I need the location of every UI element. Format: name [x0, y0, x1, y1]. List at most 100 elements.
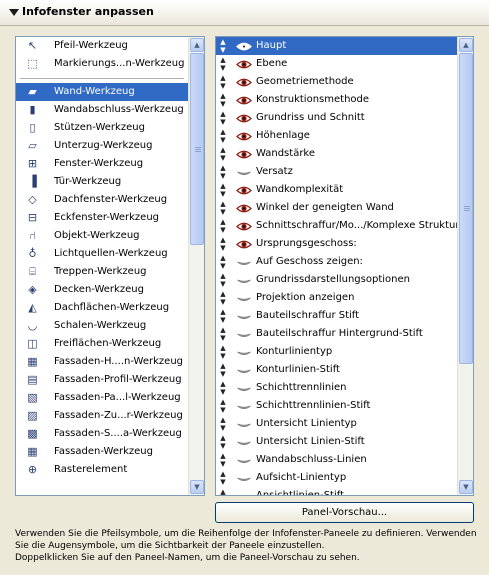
eye-open-icon[interactable]: [236, 204, 252, 213]
reorder-arrows-icon[interactable]: ▲▼: [219, 74, 227, 90]
panel-list-item[interactable]: ▲ ▼ Schichttrennlinien: [216, 379, 457, 397]
panel-list-item[interactable]: ▲ ▼ Höhenlage: [216, 127, 457, 145]
panel-list-item[interactable]: ▲ ▼ Wandkomplexität: [216, 181, 457, 199]
panel-list-item[interactable]: ▲ ▼ Untersicht Linien-Stift: [216, 433, 457, 451]
panel-preview-button[interactable]: Panel-Vorschau...: [215, 502, 474, 523]
panel-list-item[interactable]: ▲ ▼ Konturlinien-Stift: [216, 361, 457, 379]
reorder-arrows-icon[interactable]: ▲▼: [219, 254, 227, 270]
eye-open-icon[interactable]: [236, 150, 252, 159]
tool-list-item[interactable]: ▩ Fassaden-S....a-Werkzeug: [16, 425, 188, 443]
panel-list-item[interactable]: ▲ ▼ Konturlinientyp: [216, 343, 457, 361]
eye-closed-icon[interactable]: [236, 456, 252, 465]
tool-list-item[interactable]: ▰ Wand-Werkzeug: [16, 83, 188, 101]
reorder-arrows-icon[interactable]: ▲▼: [219, 56, 227, 72]
tool-list-item[interactable]: ▦ Fassaden-H....n-Werkzeug: [16, 353, 188, 371]
reorder-arrows-icon[interactable]: ▲▼: [219, 236, 227, 252]
tool-list-item[interactable]: ⌸ Treppen-Werkzeug: [16, 263, 188, 281]
reorder-arrows-icon[interactable]: ▲▼: [219, 398, 227, 414]
tool-list-item[interactable]: ▱ Unterzug-Werkzeug: [16, 137, 188, 155]
eye-closed-icon[interactable]: [236, 438, 252, 447]
tool-list-item[interactable]: ▯ Stützen-Werkzeug: [16, 119, 188, 137]
reorder-arrows-icon[interactable]: ▲▼: [219, 470, 227, 486]
tool-list-item[interactable]: ◭ Dachflächen-Werkzeug: [16, 299, 188, 317]
tool-list-item[interactable]: ⑁ Objekt-Werkzeug: [16, 227, 188, 245]
tool-list-item[interactable]: ⊟ Eckfenster-Werkzeug: [16, 209, 188, 227]
tool-list-item[interactable]: ▮ Wandabschluss-Werkzeug: [16, 101, 188, 119]
panel-list-item[interactable]: ▲ ▼ Versatz: [216, 163, 457, 181]
reorder-arrows-icon[interactable]: ▲▼: [219, 146, 227, 162]
reorder-arrows-icon[interactable]: ▲▼: [219, 308, 227, 324]
tool-list-item[interactable]: ◡ Schalen-Werkzeug: [16, 317, 188, 335]
eye-closed-icon[interactable]: [236, 276, 252, 285]
eye-open-icon[interactable]: [236, 78, 252, 87]
panel-list-item[interactable]: ▲ ▼ Auf Geschoss zeigen:: [216, 253, 457, 271]
panel-list-item[interactable]: ▲ ▼ Grundrissdarstellungsoptionen: [216, 271, 457, 289]
panel-list-item[interactable]: ▲ ▼ Bauteilschraffur Hintergrund-Stift: [216, 325, 457, 343]
scroll-thumb[interactable]: [459, 53, 473, 364]
panel-list-item[interactable]: ▲ ▼ Aufsicht-Linientyp: [216, 469, 457, 487]
eye-closed-icon[interactable]: [236, 420, 252, 429]
reorder-arrows-icon[interactable]: ▲▼: [219, 272, 227, 288]
panel-list-item[interactable]: ▲ ▼ Ebene: [216, 55, 457, 73]
panel-list-item[interactable]: ▲ ▼ Winkel der geneigten Wand: [216, 199, 457, 217]
panel-header[interactable]: Infofenster anpassen: [0, 0, 489, 26]
reorder-arrows-icon[interactable]: ▲▼: [219, 362, 227, 378]
tool-list-item[interactable]: ◫ Freiflächen-Werkzeug: [16, 335, 188, 353]
tool-list-item[interactable]: ◈ Decken-Werkzeug: [16, 281, 188, 299]
eye-closed-icon[interactable]: [236, 492, 252, 496]
reorder-arrows-icon[interactable]: ▲▼: [219, 200, 227, 216]
tool-list-item[interactable]: ⬚ Markierungs...n-Werkzeug: [16, 55, 188, 73]
reorder-arrows-icon[interactable]: ▲▼: [219, 488, 227, 495]
reorder-arrows-icon[interactable]: ▲▼: [219, 128, 227, 144]
reorder-arrows-icon[interactable]: ▲▼: [219, 92, 227, 108]
panel-list-item[interactable]: ▲ ▼ Schnittschraffur/Mo.../Komplexe Strukt…: [216, 217, 457, 235]
eye-closed-icon[interactable]: [236, 474, 252, 483]
panel-list-item[interactable]: ▲ ▼ Grundriss und Schnitt: [216, 109, 457, 127]
eye-closed-icon[interactable]: [236, 330, 252, 339]
reorder-arrows-icon[interactable]: ▲▼: [219, 164, 227, 180]
eye-closed-icon[interactable]: [236, 168, 252, 177]
eye-closed-icon[interactable]: [236, 348, 252, 357]
eye-open-icon[interactable]: [236, 186, 252, 195]
reorder-arrows-icon[interactable]: ▲▼: [219, 290, 227, 306]
eye-open-icon[interactable]: [236, 222, 252, 231]
eye-closed-icon[interactable]: [236, 402, 252, 411]
panel-list-item[interactable]: ▲ ▼ Wandstärke: [216, 145, 457, 163]
scroll-thumb[interactable]: [190, 53, 204, 245]
panel-list-item[interactable]: ▲ ▼ Schichttrennlinien-Stift: [216, 397, 457, 415]
reorder-arrows-icon[interactable]: ▲▼: [219, 218, 227, 234]
reorder-arrows-icon[interactable]: ▲▼: [219, 326, 227, 342]
tool-list-item[interactable]: ⊞ Fenster-Werkzeug: [16, 155, 188, 173]
eye-closed-icon[interactable]: [236, 366, 252, 375]
panel-list-item[interactable]: ▲ ▼ Untersicht Linientyp: [216, 415, 457, 433]
tool-list-scrollbar[interactable]: ▲ ▼: [188, 37, 204, 495]
scroll-up-arrow-icon[interactable]: ▲: [190, 38, 204, 52]
eye-open-icon[interactable]: [236, 132, 252, 141]
tool-list-item[interactable]: ▦ Fassaden-Werkzeug: [16, 443, 188, 461]
scroll-up-arrow-icon[interactable]: ▲: [459, 38, 473, 52]
panel-list-item[interactable]: ▲ ▼ Wandabschluss-Linien: [216, 451, 457, 469]
tool-list-item[interactable]: ▤ Fassaden-Profil-Werkzeug: [16, 371, 188, 389]
reorder-arrows-icon[interactable]: ▲▼: [219, 380, 227, 396]
panel-list-item[interactable]: ▲ ▼ Ursprungsgeschoss:: [216, 235, 457, 253]
tool-list-item[interactable]: ↖ Pfeil-Werkzeug: [16, 37, 188, 55]
panel-list-scrollbar[interactable]: ▲ ▼: [457, 37, 473, 495]
reorder-arrows-icon[interactable]: ▲▼: [219, 182, 227, 198]
panel-list-item[interactable]: ▲ ▼ Geometriemethode: [216, 73, 457, 91]
panel-list-item[interactable]: ▲ ▼ Haupt: [216, 37, 457, 55]
scroll-down-arrow-icon[interactable]: ▼: [190, 480, 204, 494]
eye-closed-icon[interactable]: [236, 312, 252, 321]
tool-list-item[interactable]: ◇ Dachfenster-Werkzeug: [16, 191, 188, 209]
panel-list-item[interactable]: ▲ ▼ Bauteilschraffur Stift: [216, 307, 457, 325]
reorder-arrows-icon[interactable]: ▲▼: [219, 452, 227, 468]
reorder-arrows-icon[interactable]: ▲▼: [219, 434, 227, 450]
tool-list-item[interactable]: ♁ Lichtquellen-Werkzeug: [16, 245, 188, 263]
panel-list-item[interactable]: ▲ ▼ Konstruktionsmethode: [216, 91, 457, 109]
reorder-arrows-icon[interactable]: ▲▼: [219, 110, 227, 126]
eye-open-icon[interactable]: [236, 96, 252, 105]
tool-list-item[interactable]: ▨ Fassaden-Zu...r-Werkzeug: [16, 407, 188, 425]
panel-list-item[interactable]: ▲▼ Ansichtlinien-Stift: [216, 487, 457, 496]
eye-closed-icon[interactable]: [236, 294, 252, 303]
eye-open-icon[interactable]: [236, 42, 252, 51]
reorder-arrows-icon[interactable]: ▲▼: [219, 344, 227, 360]
